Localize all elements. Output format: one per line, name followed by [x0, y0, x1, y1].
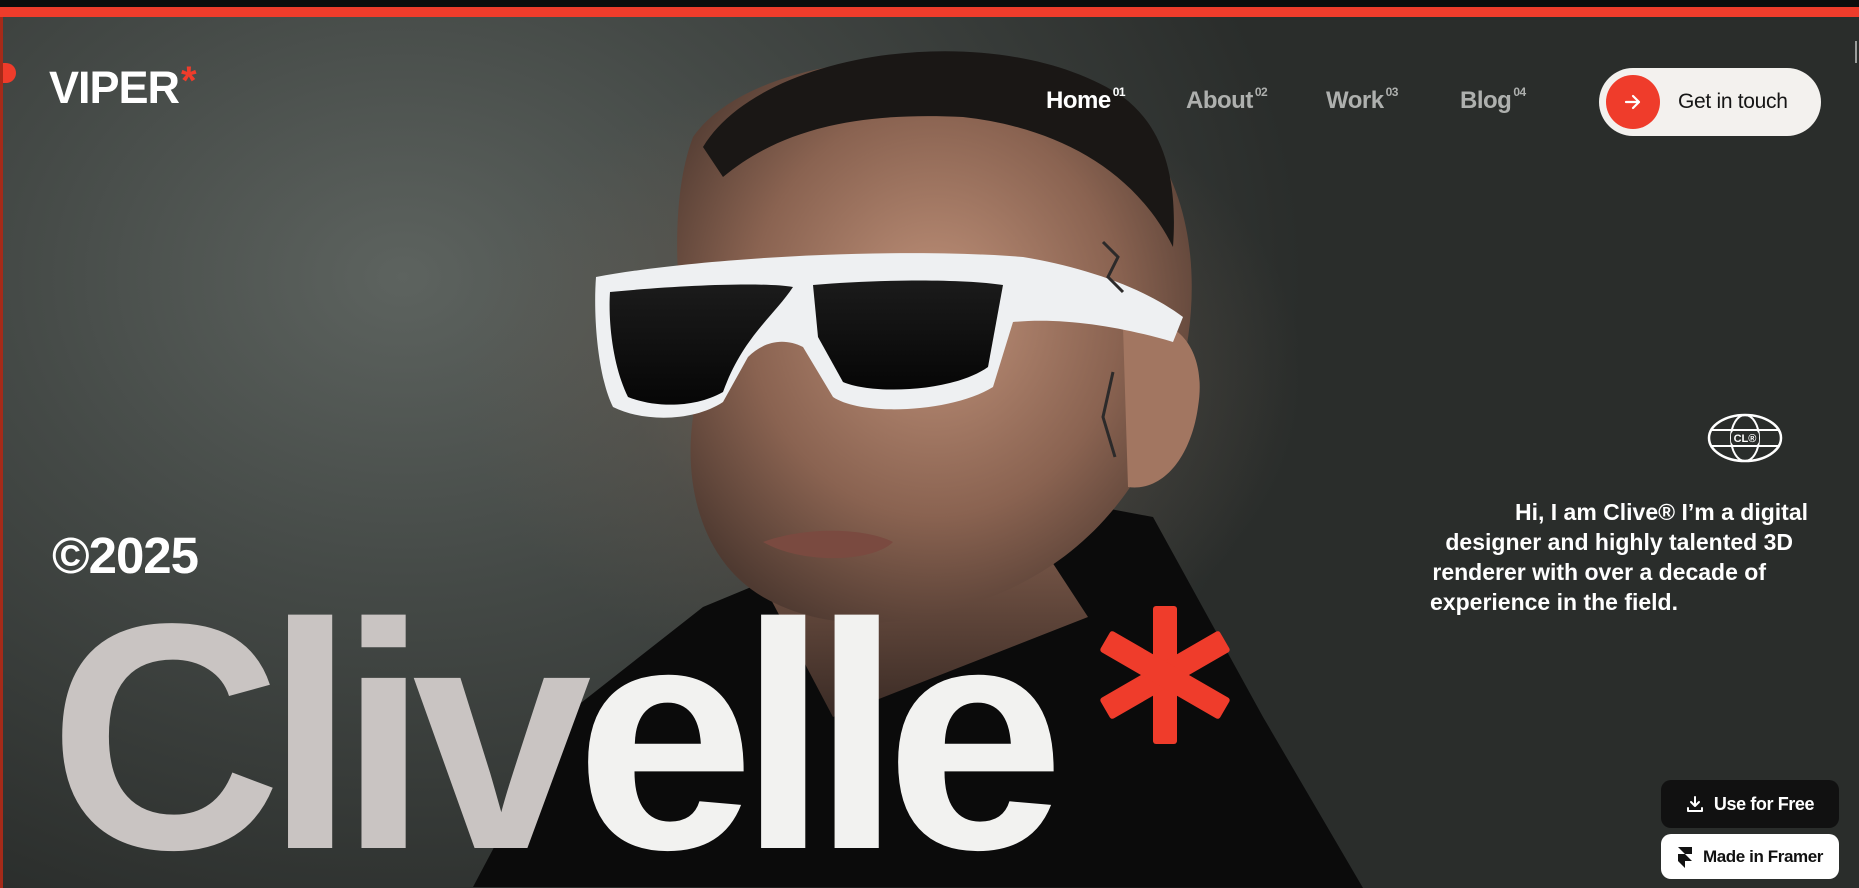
made-in-framer-badge[interactable]: Made in Framer	[1661, 834, 1839, 879]
scroll-indicator[interactable]	[1855, 41, 1857, 63]
arrow-right-icon	[1606, 75, 1660, 129]
site-logo[interactable]: VIPER*	[49, 61, 197, 113]
nav-item-home[interactable]: Home 01	[1046, 85, 1126, 115]
nav-num-work: 03	[1385, 85, 1399, 99]
get-in-touch-button[interactable]: Get in touch	[1599, 68, 1821, 136]
nav-label-about: About	[1186, 87, 1253, 114]
red-asterisk-icon	[1100, 606, 1230, 744]
nav-item-about[interactable]: About 02	[1186, 85, 1268, 115]
intro-line-1: Hi, I am Clive® I’m a digital	[1514, 499, 1808, 525]
cta-label: Get in touch	[1678, 90, 1788, 113]
use-for-free-button[interactable]: Use for Free	[1661, 780, 1839, 828]
nav-label-blog: Blog	[1460, 87, 1512, 114]
hero-section: VIPER* Home 01 About 02 Work 03 Blog 04 Get …	[3, 17, 1859, 888]
nav-label-home: Home	[1046, 87, 1111, 114]
hero-name-part-2: elle	[575, 558, 1065, 888]
download-icon	[1686, 796, 1703, 812]
intro-line-4: experience in the field.	[1430, 589, 1678, 615]
intro-line-3: renderer with over a decade of	[1432, 559, 1766, 585]
nav-num-about: 02	[1254, 85, 1268, 99]
nav-label-work: Work	[1326, 87, 1384, 114]
intro-line-2: designer and highly talented 3D	[1445, 529, 1793, 555]
nav-num-blog: 04	[1513, 85, 1526, 99]
logo-asterisk-icon: *	[181, 59, 197, 103]
hero-name-part-1: Cliv	[49, 558, 592, 888]
intro-text: Hi, I am Clive® I’m a digital designer a…	[1388, 497, 1808, 617]
framer-logo-icon	[1677, 846, 1692, 868]
nav-item-blog[interactable]: Blog 04	[1460, 85, 1526, 115]
use-for-free-label: Use for Free	[1713, 793, 1815, 814]
left-accent-bar	[0, 17, 3, 888]
globe-icon: CL®	[1707, 413, 1783, 463]
hero-name: Clivelle	[49, 577, 1065, 888]
logo-text: VIPER	[49, 62, 180, 113]
top-accent-bar	[0, 7, 1859, 17]
made-in-framer-label: Made in Framer	[1702, 846, 1824, 866]
globe-text: CL®	[1734, 433, 1757, 445]
nav-item-work[interactable]: Work 03	[1326, 85, 1399, 115]
nav-num-home: 01	[1112, 85, 1126, 99]
